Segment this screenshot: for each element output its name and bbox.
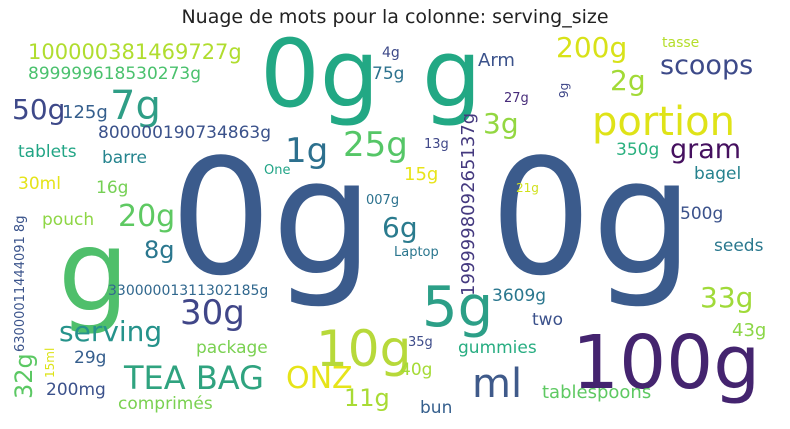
word-3g: 3g [483, 107, 519, 140]
word-1g: 1g [285, 131, 329, 171]
word-serving: serving [59, 315, 163, 348]
word-long-number-3: 800000190734863g [98, 123, 272, 143]
word-200g: 200g [556, 34, 628, 64]
word-6g: 6g [382, 211, 418, 244]
word-tablespoons: tablespoons [542, 382, 652, 403]
word-long-number-2: 899999618530273g [28, 64, 202, 84]
word-pouch: pouch [42, 210, 95, 230]
word-21g: 21g [516, 181, 539, 195]
word-ml: ml [472, 361, 523, 407]
word-200mg: 200mg [46, 380, 106, 400]
word-cloud: 0g 0g g 0g g 100g 5g 10g ml TEA BAG ONZ … [10, 34, 780, 424]
word-125g: 125g [62, 102, 108, 123]
word-500g: 500g [680, 204, 724, 224]
word-tasse: tasse [662, 35, 700, 51]
word-40g: 40g [400, 360, 433, 380]
word-long-number-vertical-2: 63000011444091 8g [13, 215, 28, 352]
word-one: One [264, 163, 291, 178]
word-2g: 2g [610, 64, 646, 97]
word-29g: 29g [74, 348, 107, 368]
word-0g-top: 0g [260, 34, 380, 129]
word-tea-bag: TEA BAG [124, 359, 264, 397]
word-75g: 75g [372, 64, 405, 84]
word-long-number-1: 100000381469727g [28, 40, 242, 64]
word-20g: 20g [118, 199, 176, 234]
word-package: package [196, 338, 268, 358]
word-8g: 8g [144, 236, 175, 264]
word-tablets: tablets [18, 142, 77, 162]
word-43g: 43g [732, 320, 767, 341]
word-30g: 30g [180, 293, 245, 333]
word-32g: 32g [10, 353, 38, 399]
word-13g: 13g [424, 137, 449, 152]
word-35g: 35g [408, 335, 433, 350]
word-7g: 7g [110, 83, 161, 129]
word-33g: 33g [700, 281, 754, 314]
word-350g: 350g [616, 140, 660, 160]
word-scoops: scoops [660, 50, 754, 81]
word-laptop: Laptop [394, 245, 439, 260]
word-long-number-vertical: 199999809265137g [458, 112, 479, 296]
word-bagel: bagel [694, 164, 742, 184]
word-50g: 50g [12, 93, 66, 126]
word-bun: bun [420, 398, 453, 418]
word-15g: 15g [404, 164, 439, 185]
word-barre: barre [102, 148, 147, 168]
word-007g: 007g [366, 193, 400, 208]
word-30ml: 30ml [18, 174, 61, 194]
word-gummies: gummies [458, 338, 537, 358]
word-9g: 9g [557, 82, 571, 98]
word-16g: 16g [96, 178, 129, 198]
word-3609g: 3609g [492, 286, 547, 306]
word-onz: ONZ [286, 361, 353, 396]
word-long-number-4: 33000001311302185g [108, 283, 269, 299]
word-27g: 27g [504, 91, 529, 106]
word-two: two [532, 310, 563, 330]
word-15ml: 15ml [43, 347, 57, 378]
word-4g: 4g [382, 45, 400, 61]
word-comprimes: comprimés [118, 394, 213, 414]
word-25g: 25g [343, 125, 408, 165]
word-g-top: g [422, 34, 482, 129]
word-seeds: seeds [714, 236, 764, 256]
word-0g-large-right: 0g [490, 124, 694, 311]
word-11g: 11g [344, 384, 390, 412]
word-arm: Arm [478, 50, 515, 71]
word-gram: gram [670, 134, 742, 165]
cloud-title: Nuage de mots pour la colonne: serving_s… [181, 6, 609, 28]
